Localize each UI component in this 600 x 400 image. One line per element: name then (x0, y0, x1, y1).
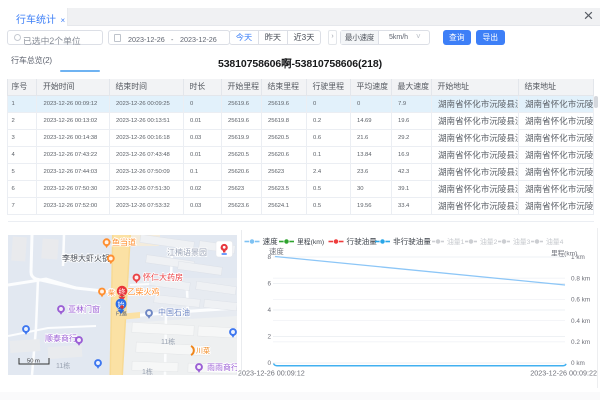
svg-text:亚林门窗: 亚林门窗 (68, 304, 100, 314)
svg-text:2023-12-26 00:09:12: 2023-12-26 00:09:12 (238, 369, 305, 378)
svg-text:速度: 速度 (263, 236, 279, 246)
svg-text:乙柴火鸡: 乙柴火鸡 (128, 287, 160, 297)
svg-text:雨雨商行: 雨雨商行 (207, 362, 237, 372)
svg-text:1 km: 1 km (571, 254, 585, 261)
svg-text:8: 8 (267, 254, 271, 261)
svg-text:0 km: 0 km (571, 360, 585, 367)
svg-text:中国石油: 中国石油 (158, 307, 190, 317)
svg-text:4: 4 (267, 307, 271, 314)
svg-text:鱼当道: 鱼当道 (112, 237, 136, 247)
svg-text:里程(km): 里程(km) (297, 237, 324, 246)
svg-text:油量1: 油量1 (447, 237, 465, 246)
svg-text:终: 终 (119, 287, 126, 296)
svg-text:1栋: 1栋 (142, 367, 153, 375)
svg-text:50 m: 50 m (27, 359, 40, 365)
svg-text:怀仁大药房: 怀仁大药房 (143, 272, 183, 282)
svg-text:江楠语景园: 江楠语景园 (167, 247, 207, 257)
svg-text:11栋: 11栋 (56, 361, 70, 370)
svg-text:6: 6 (267, 281, 271, 288)
svg-text:油量4: 油量4 (546, 237, 564, 246)
svg-text:川菜: 川菜 (196, 346, 210, 355)
svg-text:油量3: 油量3 (513, 237, 531, 246)
svg-text:F1路: F1路 (116, 311, 127, 318)
svg-text:柴: 柴 (108, 288, 115, 297)
svg-text:0.4 km: 0.4 km (571, 318, 590, 325)
svg-text:顺泰商行: 顺泰商行 (45, 333, 77, 343)
svg-text:0: 0 (267, 360, 271, 367)
svg-text:0.8 km: 0.8 km (571, 275, 590, 282)
svg-text:油量2: 油量2 (480, 237, 498, 246)
svg-text:2023-12-26 00:09:22: 2023-12-26 00:09:22 (530, 369, 597, 378)
svg-text:行驶油量: 行驶油量 (347, 236, 378, 246)
svg-text:0.6 km: 0.6 km (571, 297, 590, 304)
svg-text:0.2 km: 0.2 km (571, 339, 590, 346)
svg-text:非行驶油量: 非行驶油量 (393, 236, 431, 246)
svg-text:李想大虾火锅: 李想大虾火锅 (62, 253, 110, 263)
svg-text:2: 2 (267, 334, 271, 341)
svg-text:11栋: 11栋 (161, 337, 175, 346)
svg-text:速度: 速度 (269, 247, 284, 256)
